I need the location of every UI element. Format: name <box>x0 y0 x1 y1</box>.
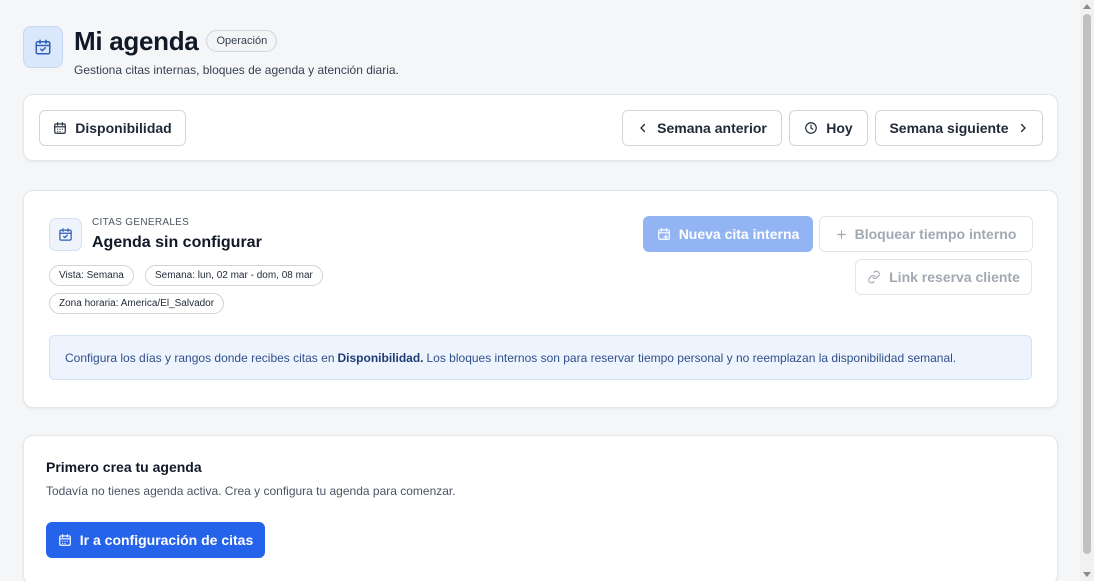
empty-state-text: Todavía no tienes agenda activa. Crea y … <box>46 484 456 498</box>
calendar-check-icon <box>23 26 63 68</box>
link-icon <box>867 270 881 284</box>
info-text-after: Los bloques internos son para reservar t… <box>426 350 957 365</box>
block-internal-time-button[interactable]: Bloquear tiempo interno <box>819 216 1033 252</box>
info-text-before: Configura los días y rangos donde recibe… <box>65 350 335 365</box>
availability-button[interactable]: Disponibilidad <box>39 110 186 146</box>
go-to-settings-label: Ir a configuración de citas <box>79 532 254 548</box>
calendar-icon <box>53 121 67 135</box>
empty-state-title: Primero crea tu agenda <box>46 459 202 475</box>
agenda-eyebrow: CITAS GENERALES <box>92 217 190 228</box>
calendar-plus-icon <box>657 227 671 241</box>
new-internal-appointment-button[interactable]: Nueva cita interna <box>643 216 813 252</box>
toolbar-card: Disponibilidad Semana anterior Hoy Seman… <box>23 94 1058 161</box>
prev-week-button[interactable]: Semana anterior <box>622 110 782 146</box>
page: Mi agenda Operación Gestiona citas inter… <box>0 0 1080 581</box>
today-label: Hoy <box>826 120 853 136</box>
chevron-right-icon <box>1017 122 1029 134</box>
today-button[interactable]: Hoy <box>789 110 868 146</box>
vertical-scrollbar[interactable] <box>1080 0 1094 581</box>
availability-info-box: Configura los días y rangos donde recibe… <box>49 335 1032 380</box>
prev-week-label: Semana anterior <box>657 120 767 136</box>
agenda-name: Agenda sin configurar <box>92 234 262 251</box>
page-subtitle: Gestiona citas internas, bloques de agen… <box>74 63 399 77</box>
scrollbar-thumb[interactable] <box>1083 14 1091 554</box>
info-availability-link[interactable]: Disponibilidad. <box>338 351 424 365</box>
empty-state-card: Primero crea tu agenda Todavía no tienes… <box>23 435 1058 581</box>
plus-icon <box>836 229 847 240</box>
next-week-label: Semana siguiente <box>889 120 1009 136</box>
page-header: Mi agenda Operación Gestiona citas inter… <box>23 26 399 77</box>
chevron-left-icon <box>637 122 649 134</box>
go-to-appointment-settings-button[interactable]: Ir a configuración de citas <box>46 522 265 558</box>
scroll-down-arrow-icon[interactable] <box>1083 572 1091 577</box>
page-title: Mi agenda <box>74 25 199 56</box>
view-chip: Vista: Semana <box>49 265 134 286</box>
booking-link-label: Link reserva cliente <box>889 269 1020 285</box>
next-week-button[interactable]: Semana siguiente <box>875 110 1043 146</box>
client-booking-link-button[interactable]: Link reserva cliente <box>855 259 1032 295</box>
scroll-up-arrow-icon[interactable] <box>1083 4 1091 9</box>
availability-label: Disponibilidad <box>75 120 172 136</box>
calendar-icon <box>58 533 72 547</box>
calendar-check-icon <box>49 218 82 251</box>
agenda-card: CITAS GENERALES Agenda sin configurar Vi… <box>23 190 1058 408</box>
week-chip: Semana: lun, 02 mar - dom, 08 mar <box>145 265 323 286</box>
clock-icon <box>804 121 818 135</box>
block-time-label: Bloquear tiempo interno <box>854 226 1017 242</box>
new-appointment-label: Nueva cita interna <box>678 226 800 242</box>
section-badge: Operación <box>206 30 278 52</box>
timezone-chip: Zona horaria: America/El_Salvador <box>49 293 225 314</box>
